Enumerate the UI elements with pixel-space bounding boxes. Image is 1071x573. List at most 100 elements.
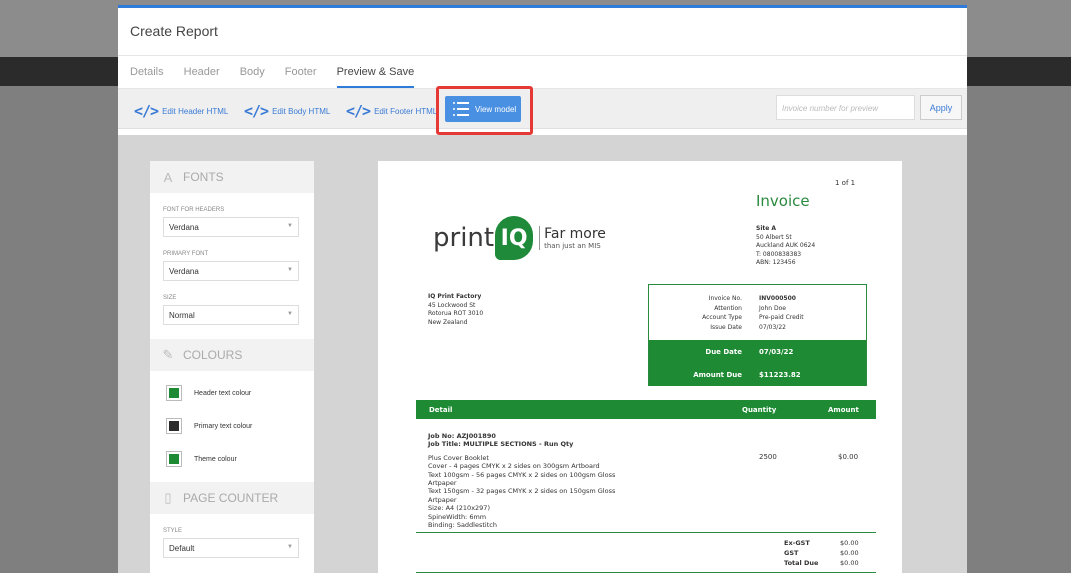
issue-date-label: Issue Date bbox=[710, 323, 742, 331]
brush-icon: ✎ bbox=[162, 347, 174, 362]
job-line: Plus Cover Booklet bbox=[428, 453, 489, 462]
company-logo: print IQ Far more than just an MIS bbox=[433, 216, 606, 260]
header-text-colour-row[interactable]: Header text colour bbox=[166, 383, 314, 403]
edit-footer-html-label: Edit Footer HTML bbox=[374, 106, 438, 116]
theme-colour-label: Theme colour bbox=[194, 455, 237, 463]
font-headers-select[interactable]: Verdana ▼ bbox=[163, 217, 299, 237]
job-quantity: 2500 bbox=[759, 453, 777, 461]
customer-name: IQ Print Factory bbox=[428, 293, 482, 300]
invoice-no-value: INV000500 bbox=[759, 295, 796, 302]
preview-content: A FONTS FONT FOR HEADERS Verdana ▼ PRIMA… bbox=[118, 135, 967, 573]
primary-font-select[interactable]: Verdana ▼ bbox=[163, 261, 299, 281]
caret-down-icon: ▼ bbox=[287, 267, 293, 273]
logo-tagline: Far more than just an MIS bbox=[539, 226, 606, 250]
font-headers-value: Verdana bbox=[169, 223, 199, 232]
site-line1: 50 Albert St bbox=[756, 233, 792, 241]
job-detail: Job No: AZJ001890 Job Title: MULTIPLE SE… bbox=[428, 432, 688, 529]
site-address: Site A 50 Albert St Auckland AUK 0624 T:… bbox=[756, 225, 815, 268]
header-text-colour-label: Header text colour bbox=[194, 389, 252, 397]
job-line: Size: A4 (210x297) bbox=[428, 504, 490, 513]
create-report-modal: Create Report Details Header Body Footer… bbox=[118, 5, 967, 573]
colour-swatch[interactable] bbox=[166, 451, 182, 467]
theme-colour-row[interactable]: Theme colour bbox=[166, 449, 314, 469]
size-select[interactable]: Normal ▼ bbox=[163, 305, 299, 325]
due-date-value: 07/03/22 bbox=[759, 347, 794, 356]
account-type-label: Account Type bbox=[702, 314, 742, 321]
caret-down-icon: ▼ bbox=[287, 311, 293, 317]
modal-title: Create Report bbox=[118, 8, 967, 56]
logo-iq-badge: IQ bbox=[495, 216, 534, 260]
document-icon: ▯ bbox=[164, 490, 172, 505]
due-date-row: Due Date 07/03/22 bbox=[649, 340, 866, 363]
edit-footer-html-link[interactable]: </> Edit Footer HTML bbox=[346, 102, 437, 120]
preview-toolbar: </> Edit Header HTML </> Edit Body HTML … bbox=[118, 86, 967, 135]
issue-date-value: 07/03/22 bbox=[759, 323, 786, 331]
customer-line3: New Zealand bbox=[428, 318, 468, 326]
primary-font-value: Verdana bbox=[169, 267, 199, 276]
job-line: Artpaper bbox=[428, 495, 457, 504]
amount-due-label: Amount Due bbox=[693, 370, 742, 379]
fonts-title: FONTS bbox=[183, 170, 224, 184]
amount-due-value: $11223.82 bbox=[759, 370, 801, 379]
invoice-no-label: Invoice No. bbox=[708, 295, 742, 302]
job-line: Text 150gsm - 32 pages CMYK x 2 sides on… bbox=[428, 487, 616, 496]
account-type-value: Pre-paid Credit bbox=[759, 314, 804, 321]
code-icon: </> bbox=[346, 102, 371, 120]
tab-bar: Details Header Body Footer Preview & Sav… bbox=[118, 56, 967, 89]
highlight-box bbox=[436, 86, 533, 135]
page-counter-section-header: ▯ PAGE COUNTER bbox=[150, 482, 314, 514]
site-name: Site A bbox=[756, 225, 777, 232]
job-title: Job Title: MULTIPLE SECTIONS - Run Qty bbox=[428, 440, 574, 449]
colour-swatch[interactable] bbox=[166, 418, 182, 434]
ex-gst-value: $0.00 bbox=[840, 539, 859, 547]
ex-gst-label: Ex-GST bbox=[784, 539, 810, 547]
customer-address: IQ Print Factory 45 Lockwood St Rotorua … bbox=[428, 293, 483, 327]
divider bbox=[416, 532, 876, 533]
edit-header-html-link[interactable]: </> Edit Header HTML bbox=[134, 102, 228, 120]
due-date-label: Due Date bbox=[705, 347, 742, 356]
logo-tagline-big: Far more bbox=[544, 226, 606, 242]
job-line: SpineWidth: 6mm bbox=[428, 512, 487, 521]
job-line: Artpaper bbox=[428, 479, 457, 488]
job-line: Binding: Saddlestitch bbox=[428, 521, 497, 530]
invoice-title: Invoice bbox=[756, 192, 810, 210]
job-line: Cover - 4 pages CMYK x 2 sides on 300gsm… bbox=[428, 462, 600, 471]
tab-details[interactable]: Details bbox=[130, 56, 164, 88]
colour-swatch[interactable] bbox=[166, 385, 182, 401]
gst-value: $0.00 bbox=[840, 549, 859, 557]
site-line2: Auckland AUK 0624 bbox=[756, 242, 816, 249]
invoice-info-grid: Invoice No. INV000500 Attention John Doe… bbox=[649, 285, 866, 332]
tab-body[interactable]: Body bbox=[240, 56, 265, 88]
apply-button[interactable]: Apply bbox=[920, 95, 962, 120]
font-headers-label: FONT FOR HEADERS bbox=[163, 207, 225, 213]
style-select[interactable]: Default ▼ bbox=[163, 538, 299, 558]
site-phone: T: 0800838383 bbox=[756, 250, 802, 258]
fonts-section-header: A FONTS bbox=[150, 161, 314, 193]
attention-label: Attention bbox=[714, 304, 742, 312]
total-due-label: Total Due bbox=[784, 559, 819, 567]
code-icon: </> bbox=[134, 102, 159, 120]
tab-preview-save[interactable]: Preview & Save bbox=[336, 56, 415, 88]
edit-body-html-label: Edit Body HTML bbox=[272, 106, 331, 116]
colours-section-header: ✎ COLOURS bbox=[150, 339, 314, 371]
job-amount: $0.00 bbox=[838, 453, 859, 461]
page-number: 1 of 1 bbox=[835, 179, 856, 187]
job-line: Text 100gsm - 56 pages CMYK x 2 sides on… bbox=[428, 470, 616, 479]
invoice-number-input[interactable]: Invoice number for preview bbox=[776, 95, 915, 120]
totals: Ex-GST $0.00 GST $0.00 Total Due $0.00 bbox=[784, 538, 870, 568]
caret-down-icon: ▼ bbox=[287, 223, 293, 229]
primary-text-colour-row[interactable]: Primary text colour bbox=[166, 416, 314, 436]
invoice-preview: 1 of 1 Invoice Site A 50 Albert St Auckl… bbox=[378, 161, 902, 573]
primary-font-label: PRIMARY FONT bbox=[163, 251, 209, 257]
site-abn: ABN: 123456 bbox=[756, 259, 796, 266]
code-icon: </> bbox=[244, 102, 269, 120]
logo-tagline-small: than just an MIS bbox=[544, 242, 601, 250]
style-value: Default bbox=[169, 544, 195, 553]
style-panel: A FONTS FONT FOR HEADERS Verdana ▼ PRIMA… bbox=[150, 161, 314, 573]
edit-body-html-link[interactable]: </> Edit Body HTML bbox=[244, 102, 330, 120]
tab-footer[interactable]: Footer bbox=[285, 56, 317, 88]
amount-due-row: Amount Due $11223.82 bbox=[649, 363, 866, 386]
gst-label: GST bbox=[784, 549, 799, 557]
tab-header[interactable]: Header bbox=[184, 56, 220, 88]
line-items-header: Detail Quantity Amount bbox=[416, 400, 876, 419]
